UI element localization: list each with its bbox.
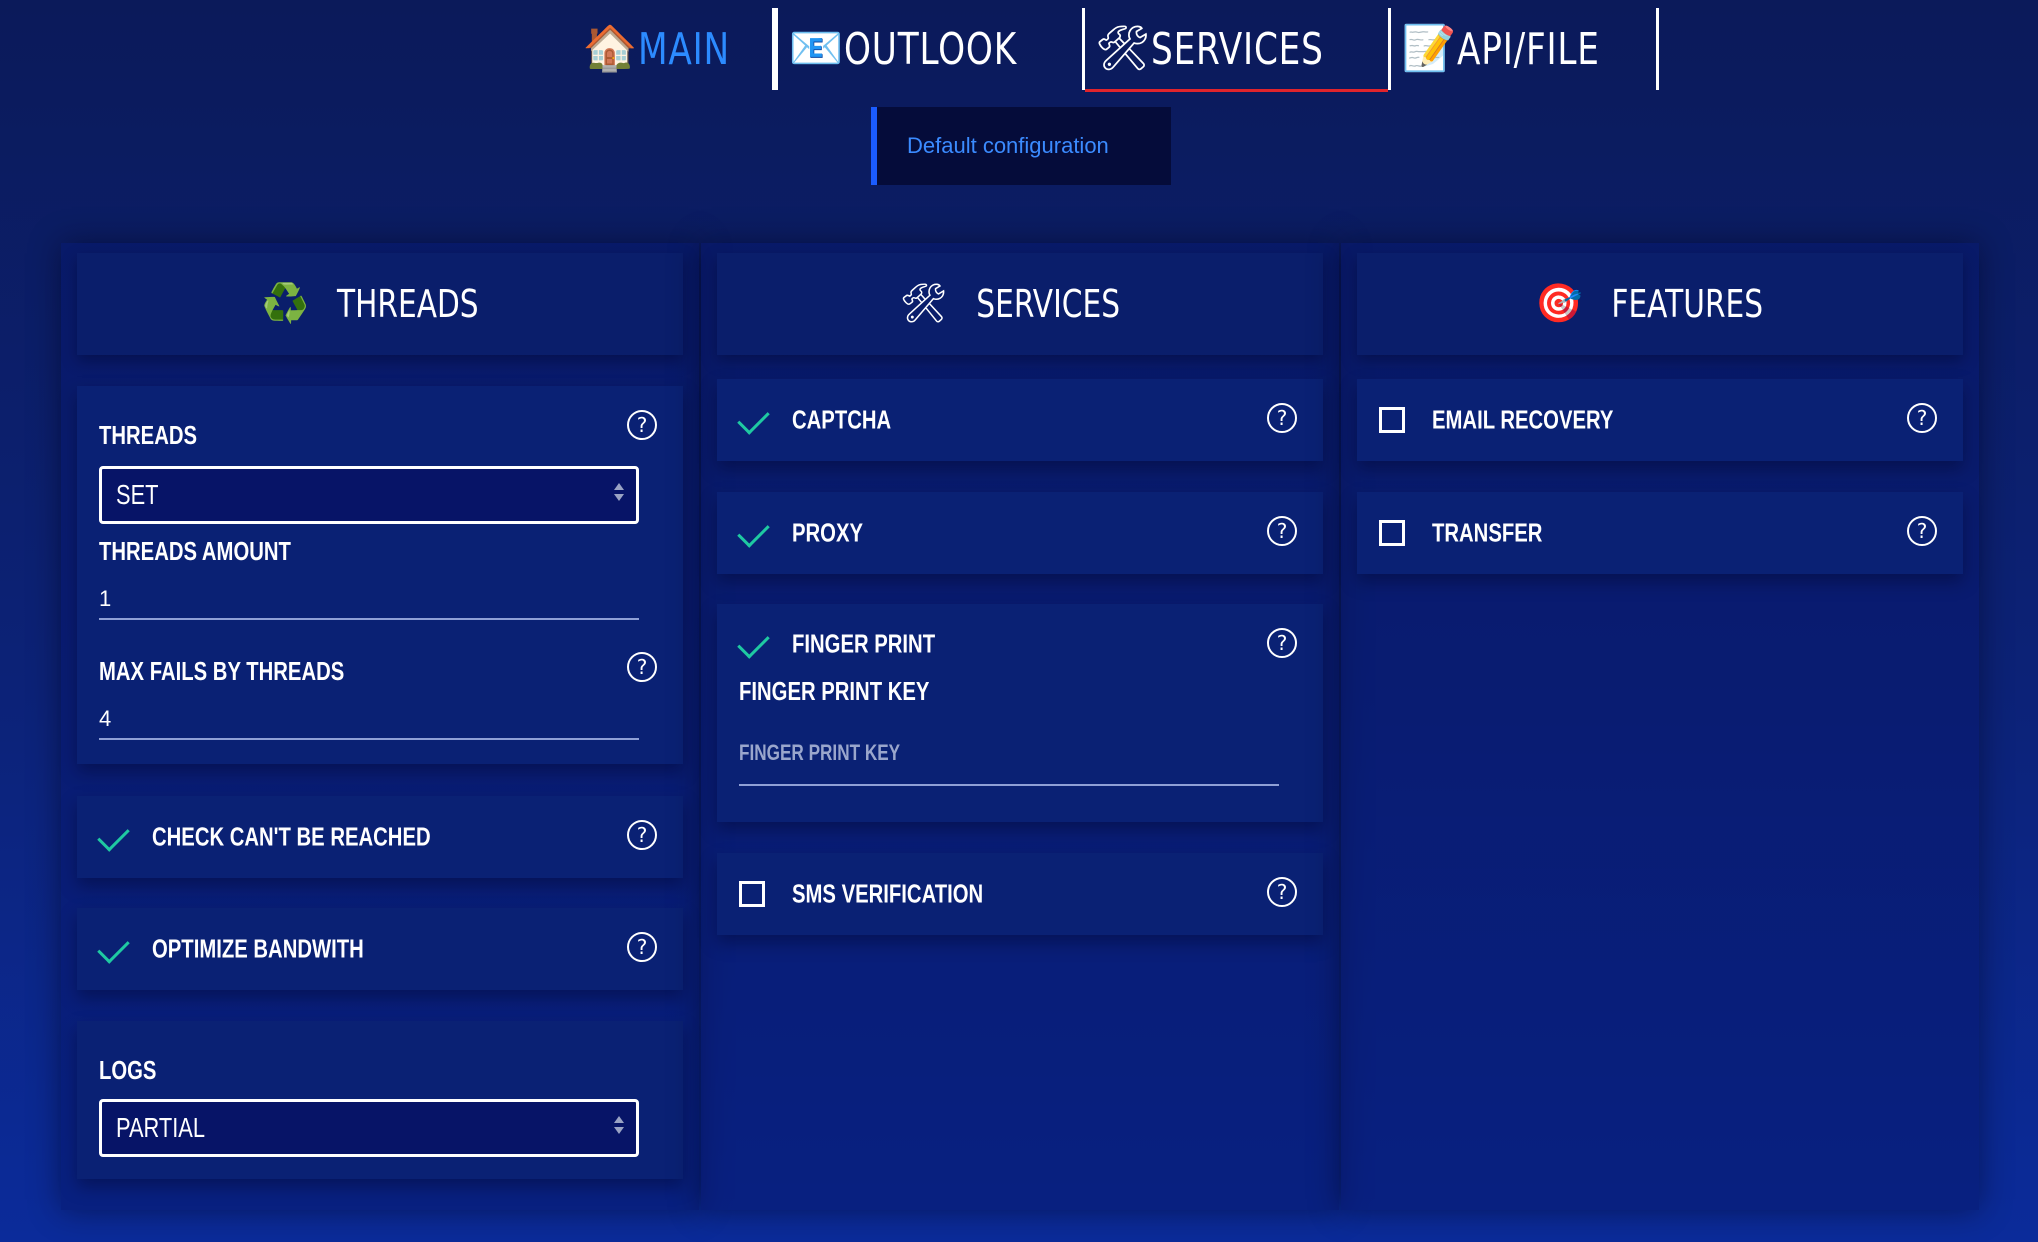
threads-settings-card: THREADS ? SET THREADS AMOUNT 1 MAX FAILS…	[77, 386, 683, 764]
email-recovery-row[interactable]: EMAIL RECOVERY ?	[1357, 379, 1963, 461]
threads-amount-input[interactable]: 1	[99, 584, 639, 620]
target-icon: 🎯	[1535, 283, 1583, 325]
transfer-label: TRANSFER	[1432, 517, 1543, 548]
tab-services-label: SERVICES	[1150, 23, 1324, 75]
captcha-help-icon[interactable]: ?	[1267, 403, 1297, 433]
check-cant-be-reached-checkmark-icon[interactable]	[97, 821, 137, 851]
threads-label: THREADS	[99, 420, 198, 450]
finger-print-key-label: FINGER PRINT KEY	[739, 676, 930, 706]
features-title: FEATURES	[1611, 282, 1764, 326]
sms-verification-help-icon[interactable]: ?	[1267, 877, 1297, 907]
threads-select-value: SET	[116, 479, 159, 510]
logs-select[interactable]: PARTIAL	[99, 1099, 639, 1157]
threads-help-icon[interactable]: ?	[627, 410, 657, 440]
services-title: SERVICES	[976, 282, 1121, 326]
tab-main[interactable]: 🏠 MAIN	[572, 8, 775, 90]
tools-icon: 🛠	[1094, 24, 1151, 73]
optimize-bandwith-label: OPTIMIZE BANDWITH	[152, 933, 364, 964]
threads-header: ♻️ THREADS	[77, 253, 683, 355]
email-recovery-help-icon[interactable]: ?	[1907, 403, 1937, 433]
document-pencil-icon: 📝	[1401, 24, 1457, 73]
max-fails-input[interactable]: 4	[99, 704, 639, 740]
max-fails-label: MAX FAILS BY THREADS	[99, 656, 345, 686]
optimize-bandwith-checkmark-icon[interactable]	[97, 933, 137, 963]
email-recovery-checkbox[interactable]	[1379, 407, 1405, 433]
tab-api-file[interactable]: 📝 API/FILE	[1391, 8, 1660, 90]
finger-print-help-icon[interactable]: ?	[1267, 628, 1297, 658]
max-fails-help-icon[interactable]: ?	[627, 652, 657, 682]
optimize-bandwith-help-icon[interactable]: ?	[627, 932, 657, 962]
max-fails-value: 4	[99, 706, 112, 731]
captcha-row[interactable]: CAPTCHA ?	[717, 379, 1323, 461]
threads-select[interactable]: SET	[99, 466, 639, 524]
house-icon: 🏠	[582, 24, 638, 73]
threads-amount-value: 1	[99, 586, 112, 611]
recycle-icon: ♻️	[261, 283, 309, 325]
email-recovery-label: EMAIL RECOVERY	[1432, 404, 1614, 435]
sms-verification-row[interactable]: SMS VERIFICATION ?	[717, 853, 1323, 935]
optimize-bandwith-row[interactable]: OPTIMIZE BANDWITH ?	[77, 908, 683, 990]
tab-services[interactable]: 🛠 SERVICES	[1084, 8, 1392, 92]
config-selector[interactable]: Default configuration	[871, 107, 1171, 185]
logs-label: LOGS	[99, 1055, 157, 1085]
finger-print-checkmark-icon[interactable]	[737, 628, 777, 658]
logs-card: LOGS PARTIAL	[77, 1021, 683, 1179]
transfer-help-icon[interactable]: ?	[1907, 516, 1937, 546]
tab-outlook[interactable]: 📧 OUTLOOK	[774, 8, 1085, 90]
threads-column: ♻️ THREADS THREADS ? SET THREADS AMOUNT …	[61, 243, 699, 1210]
check-cant-be-reached-label: CHECK CAN'T BE REACHED	[152, 821, 431, 852]
top-tab-bar: 🏠 MAIN 📧 OUTLOOK 🛠 SERVICES 📝 API/FILE	[572, 8, 1660, 92]
tools-icon: 🛠	[899, 283, 948, 325]
check-cant-be-reached-help-icon[interactable]: ?	[627, 820, 657, 850]
finger-print-key-placeholder: FINGER PRINT KEY	[739, 740, 901, 765]
services-column: 🛠 SERVICES CAPTCHA ? PROXY ? FINGER PRIN…	[701, 243, 1339, 1210]
logs-select-value: PARTIAL	[116, 1112, 206, 1143]
select-arrows-icon	[614, 1116, 624, 1138]
transfer-row[interactable]: TRANSFER ?	[1357, 492, 1963, 574]
services-header: 🛠 SERVICES	[717, 253, 1323, 355]
proxy-label: PROXY	[792, 517, 864, 548]
threads-amount-label: THREADS AMOUNT	[99, 536, 291, 566]
finger-print-key-input[interactable]: FINGER PRINT KEY	[739, 732, 1279, 786]
tab-main-label: MAIN	[638, 23, 731, 75]
config-label: Default configuration	[907, 133, 1109, 158]
envelope-icon: 📧	[788, 24, 844, 73]
tab-outlook-label: OUTLOOK	[843, 23, 1017, 75]
transfer-checkbox[interactable]	[1379, 520, 1405, 546]
proxy-row[interactable]: PROXY ?	[717, 492, 1323, 574]
proxy-help-icon[interactable]: ?	[1267, 516, 1297, 546]
finger-print-label: FINGER PRINT	[792, 628, 936, 659]
features-column: 🎯 FEATURES EMAIL RECOVERY ? TRANSFER ?	[1341, 243, 1979, 1210]
captcha-label: CAPTCHA	[792, 404, 892, 435]
sms-verification-checkbox[interactable]	[739, 881, 765, 907]
select-arrows-icon	[614, 483, 624, 505]
threads-title: THREADS	[336, 282, 479, 326]
finger-print-card: FINGER PRINT ? FINGER PRINT KEY FINGER P…	[717, 604, 1323, 822]
tab-api-file-label: API/FILE	[1457, 23, 1600, 75]
check-cant-be-reached-row[interactable]: CHECK CAN'T BE REACHED ?	[77, 796, 683, 878]
features-header: 🎯 FEATURES	[1357, 253, 1963, 355]
captcha-checkmark-icon[interactable]	[737, 404, 777, 434]
proxy-checkmark-icon[interactable]	[737, 517, 777, 547]
sms-verification-label: SMS VERIFICATION	[792, 878, 984, 909]
